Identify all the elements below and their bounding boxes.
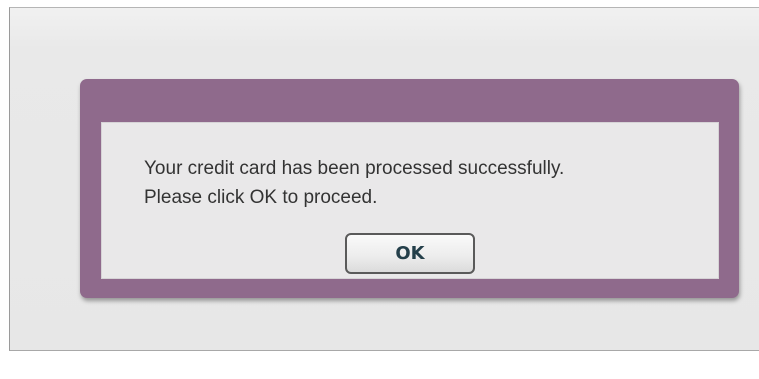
payment-confirmation-dialog: Your credit card has been processed succ… — [80, 79, 739, 298]
ok-button[interactable]: OK — [345, 233, 475, 274]
screen: Your credit card has been processed succ… — [0, 0, 759, 379]
app-window: Your credit card has been processed succ… — [9, 7, 759, 351]
dialog-body: Your credit card has been processed succ… — [101, 122, 719, 279]
message-line-2: Please click OK to proceed. — [144, 187, 378, 208]
message-line-1: Your credit card has been processed succ… — [144, 158, 565, 179]
dialog-message: Your credit card has been processed succ… — [144, 154, 564, 212]
